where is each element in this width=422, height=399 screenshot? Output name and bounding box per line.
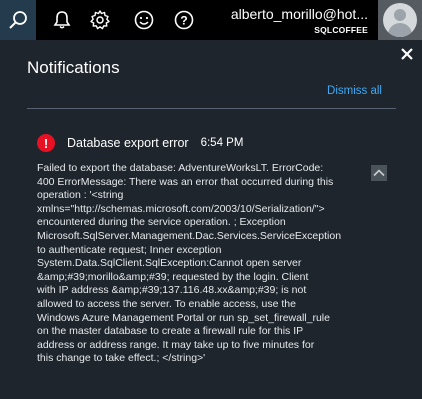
avatar xyxy=(383,3,417,37)
settings-button[interactable] xyxy=(82,0,118,40)
notifications-button[interactable] xyxy=(44,0,80,40)
notification-message: Failed to export the database: Adventure… xyxy=(37,162,342,365)
bell-icon xyxy=(53,11,71,29)
error-icon: ! xyxy=(37,134,55,152)
search-button[interactable] xyxy=(0,0,36,40)
feedback-button[interactable] xyxy=(126,0,162,40)
notifications-panel: Notifications Dismiss all ! Database exp… xyxy=(0,40,422,399)
close-icon[interactable] xyxy=(398,45,416,63)
user-org: SQLCOFFEE xyxy=(314,25,368,35)
help-button[interactable]: ? xyxy=(166,0,202,40)
user-name: alberto_morillo@hot... xyxy=(230,6,368,22)
search-icon xyxy=(9,11,27,29)
smiley-icon xyxy=(134,10,154,30)
notification-title: Database export error xyxy=(67,136,189,150)
top-bar: ? alberto_morillo@hot... SQLCOFFEE xyxy=(0,0,422,40)
help-icon: ? xyxy=(174,10,194,30)
avatar-button[interactable] xyxy=(378,0,422,40)
dismiss-all-link[interactable]: Dismiss all xyxy=(327,85,382,97)
user-menu[interactable]: alberto_morillo@hot... SQLCOFFEE xyxy=(224,0,374,40)
notification-header: ! Database export error 6:54 PM xyxy=(37,134,243,152)
gear-icon xyxy=(90,10,110,30)
svg-text:?: ? xyxy=(180,14,187,28)
divider xyxy=(27,108,396,109)
panel-title: Notifications xyxy=(27,58,120,77)
notification-time: 6:54 PM xyxy=(200,137,244,149)
